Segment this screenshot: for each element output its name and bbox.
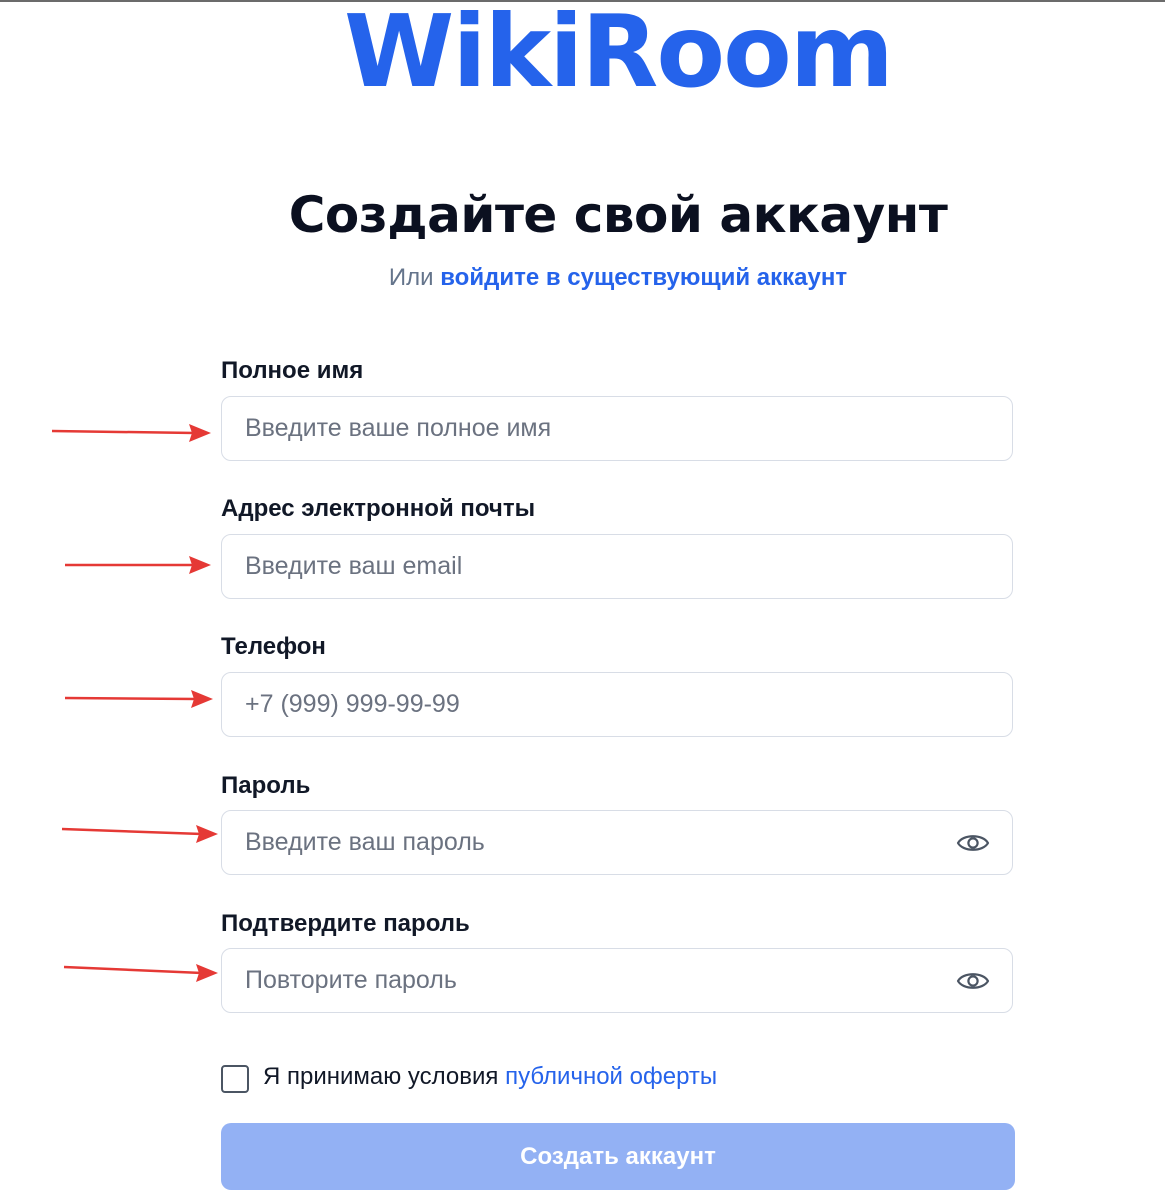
subtitle-prefix: Или	[388, 264, 441, 291]
eye-icon[interactable]	[956, 969, 990, 993]
email-input[interactable]	[222, 535, 1012, 598]
annotation-arrow-head	[189, 556, 211, 574]
annotation-arrow-head	[191, 690, 213, 708]
annotation-arrows	[51, 424, 218, 982]
full-name-input[interactable]	[222, 397, 1012, 460]
email-field	[221, 534, 1013, 599]
create-account-button[interactable]: Создать аккаунт	[221, 1123, 1015, 1190]
password-input[interactable]	[222, 811, 1012, 874]
phone-field	[221, 672, 1013, 737]
login-link[interactable]: войдите в существующий аккаунт	[440, 264, 847, 291]
annotation-arrow	[61, 827, 203, 836]
terms-prefix: Я принимаю условия	[263, 1063, 506, 1090]
annotation-arrow	[64, 696, 198, 701]
annotation-arrow-head	[189, 424, 211, 442]
offer-link[interactable]: публичной оферты	[505, 1063, 717, 1090]
terms-checkbox[interactable]	[221, 1065, 249, 1093]
phone-input[interactable]	[222, 673, 1012, 736]
password-field	[221, 810, 1013, 875]
confirm-password-field	[221, 948, 1013, 1013]
annotation-arrow	[63, 965, 203, 975]
annotation-arrow-head	[196, 825, 218, 843]
full-name-label: Полное имя	[221, 357, 364, 384]
terms-text: Я принимаю условия публичной оферты	[263, 1062, 717, 1092]
email-label: Адрес электронной почты	[221, 495, 536, 522]
full-name-field	[221, 396, 1013, 461]
confirm-password-input[interactable]	[222, 949, 1012, 1012]
confirm-password-label: Подтвердите пароль	[221, 910, 470, 937]
eye-icon[interactable]	[956, 831, 990, 855]
annotation-arrow	[51, 429, 196, 435]
annotation-arrow-head	[196, 964, 218, 982]
